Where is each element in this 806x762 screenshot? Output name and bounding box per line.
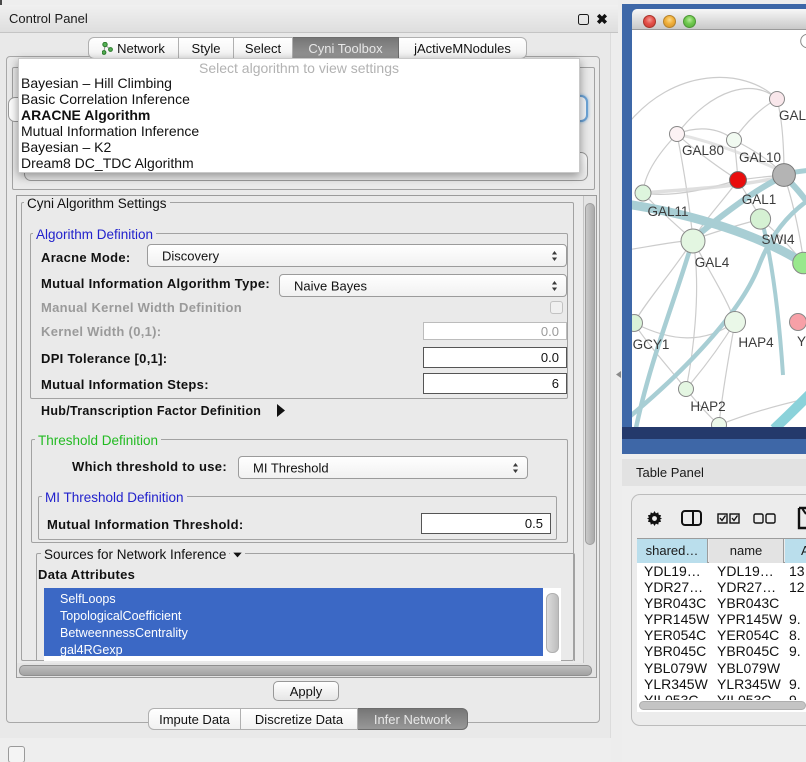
svg-text:HAP2: HAP2 — [690, 399, 725, 414]
svg-text:GCY1: GCY1 — [633, 337, 670, 352]
svg-text:GAL1: GAL1 — [742, 192, 777, 207]
svg-text:HAP4: HAP4 — [738, 335, 774, 350]
svg-text:GAL4: GAL4 — [695, 255, 730, 270]
svg-text:SWI4: SWI4 — [761, 232, 794, 247]
svg-text:GAL: GAL — [779, 108, 806, 123]
svg-text:GAL10: GAL10 — [739, 150, 781, 165]
svg-text:Y: Y — [797, 334, 806, 349]
svg-text:GAL80: GAL80 — [682, 143, 724, 158]
svg-text:GAL11: GAL11 — [647, 204, 688, 219]
